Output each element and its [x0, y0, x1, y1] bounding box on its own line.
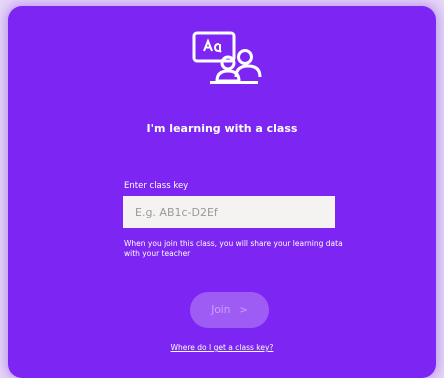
page-title: I'm learning with a class: [146, 122, 298, 135]
data-sharing-notice: When you join this class, you will share…: [124, 239, 343, 258]
class-key-input[interactable]: [123, 196, 335, 228]
classroom-icon: [192, 31, 262, 84]
chevron-right-icon: >: [239, 304, 248, 316]
join-button-label: Join: [211, 304, 231, 316]
class-key-help-link[interactable]: Where do I get a class key?: [0, 343, 444, 352]
join-button[interactable]: Join >: [190, 292, 269, 328]
class-key-label: Enter class key: [124, 181, 189, 191]
